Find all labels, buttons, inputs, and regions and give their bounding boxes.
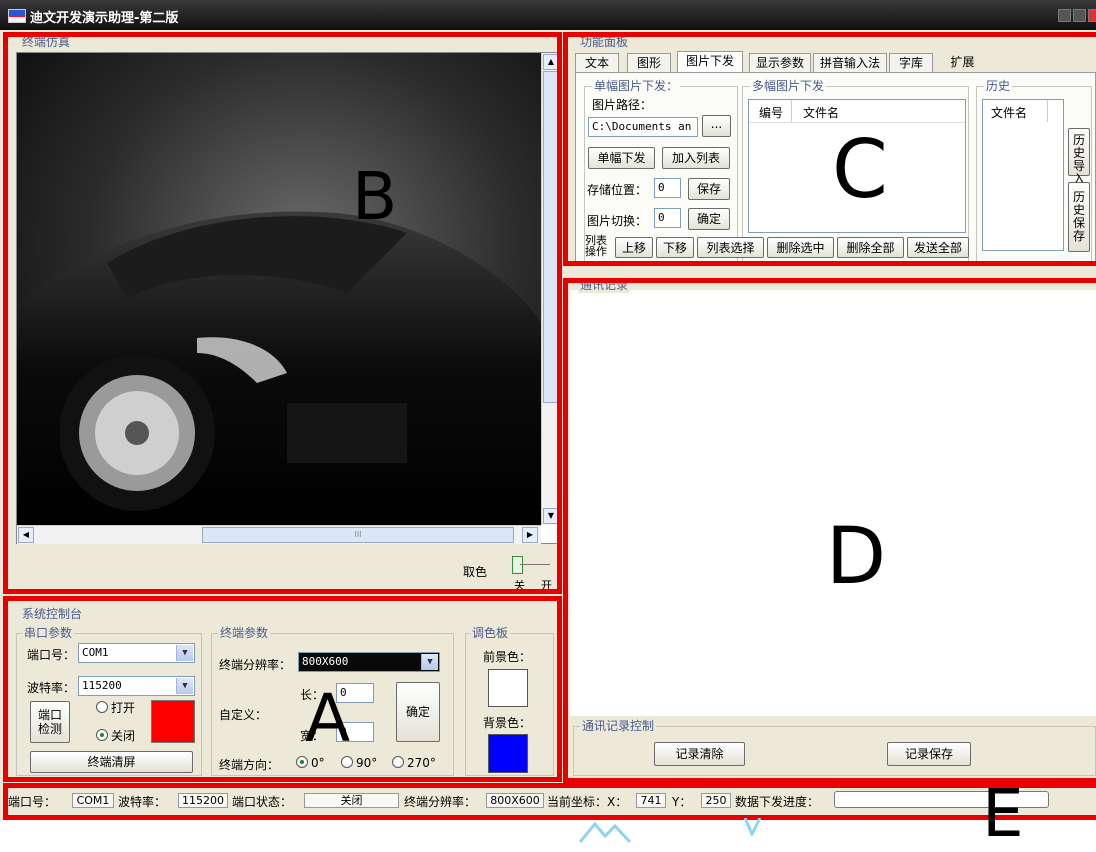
label-c: C [832, 123, 888, 200]
title-bar: 迪文开发演示助理-第二版 [0, 0, 1096, 30]
region-e-outline [3, 783, 1096, 820]
close-icon[interactable] [1088, 9, 1096, 22]
watermark-fragment [575, 818, 645, 843]
region-b-outline [3, 32, 562, 594]
minimize-icon[interactable] [1058, 9, 1071, 22]
app-icon [8, 9, 26, 23]
maximize-icon[interactable] [1073, 9, 1086, 22]
label-d: D [826, 512, 887, 602]
watermark-fragment-2 [742, 817, 764, 838]
region-a-outline [3, 596, 562, 782]
label-a: A [305, 680, 351, 757]
window-title: 迪文开发演示助理-第二版 [30, 11, 179, 26]
label-b: B [352, 158, 398, 235]
label-e: E [982, 775, 1024, 852]
region-c-outline [563, 32, 1096, 266]
